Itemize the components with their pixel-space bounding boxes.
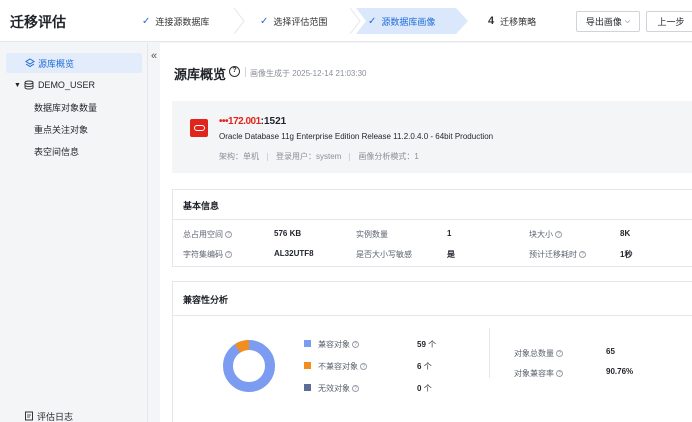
check-icon: ✓ xyxy=(368,15,377,27)
sidebar-item-label: 源库概览 xyxy=(38,58,75,69)
top-bar: 迁移评估 ✓ 连接源数据库 ✓ 选择评估范围 ✓ 源数据库画像 4 迁移策略 导… xyxy=(0,0,692,42)
step-indicator: ✓ 连接源数据库 ✓ 选择评估范围 ✓ 源数据库画像 4 迁移策略 xyxy=(128,8,568,34)
total-objects-value: 65 xyxy=(606,347,615,356)
sidebar-item-key-objects[interactable]: 重点关注对象 xyxy=(6,119,142,139)
section-title: 基本信息 xyxy=(183,201,220,211)
help-icon[interactable]: ? xyxy=(225,251,232,259)
compatible-count: 59 个 xyxy=(417,340,437,349)
caret-down-icon: ▼ xyxy=(14,81,21,89)
charset-value: AL32UTF8 xyxy=(274,249,314,258)
instance-count-value: 1 xyxy=(447,229,452,238)
export-profile-button[interactable]: 导出画像 ⌵ xyxy=(576,11,640,32)
kv-label: 预计迁移耗时? xyxy=(529,249,586,260)
legend-label: 不兼容对象? xyxy=(318,361,367,372)
analysis-mode: 画像分析模式：1 xyxy=(358,152,419,161)
legend-label: 兼容对象? xyxy=(318,339,359,350)
legend-swatch-incompatible xyxy=(304,362,311,369)
previous-step-button[interactable]: 上一步 xyxy=(646,11,692,32)
legend-swatch-compatible xyxy=(304,340,311,347)
case-sensitive-value: 是 xyxy=(447,250,455,259)
help-icon[interactable]: ? xyxy=(556,350,563,358)
sidebar-item-overview[interactable]: 源库概览 xyxy=(6,53,142,73)
total-objects-label: 对象总数量? xyxy=(514,348,563,359)
database-info-card: •••172.001:1521 Oracle Database 11g Ente… xyxy=(172,101,692,173)
step-select-scope[interactable]: ✓ 选择评估范围 xyxy=(246,8,358,34)
export-profile-label: 导出画像 xyxy=(585,17,622,27)
compatibility-rate-value: 90.76% xyxy=(606,367,634,376)
document-icon xyxy=(24,411,34,422)
kv-label: 是否大小写敏感 xyxy=(356,250,412,259)
help-icon[interactable]: ? xyxy=(352,385,359,393)
section-title: 兼容性分析 xyxy=(183,295,229,305)
total-space-value: 576 KB xyxy=(274,229,302,238)
login-user: 登录用户：system xyxy=(276,152,342,161)
help-icon[interactable]: ? xyxy=(555,231,562,239)
help-icon[interactable]: ? xyxy=(360,363,367,371)
database-host: •••172.001:1521 xyxy=(219,116,286,127)
chevron-down-icon: ⌵ xyxy=(624,17,631,25)
legend-label: 无效对象? xyxy=(318,383,359,394)
divider xyxy=(173,219,692,220)
compatibility-card: 兼容性分析 兼容对象? 59 个 不兼容对象? 6 个 无效对象? 0 个 对象… xyxy=(172,281,692,422)
step-migration-strategy[interactable]: 4 迁移策略 xyxy=(488,8,568,34)
database-version: Oracle Database 11g Enterprise Edition R… xyxy=(219,132,494,141)
sidebar-item-label: 重点关注对象 xyxy=(34,124,89,135)
oracle-logo-icon xyxy=(190,119,208,137)
divider xyxy=(245,67,246,77)
sidebar-panel: 源库概览 ▼ DEMO_USER 数据库对象数量 重点关注对象 表空间信息 xyxy=(0,43,148,422)
masked-host: •••172.001 xyxy=(219,116,261,127)
help-icon[interactable]: ? xyxy=(229,66,240,77)
kv-label: 总占用空间? xyxy=(183,229,232,240)
donut-compatible-slice xyxy=(223,340,275,392)
sidebar-item-tablespace[interactable]: 表空间信息 xyxy=(6,141,142,161)
architecture: 架构：单机 xyxy=(219,152,259,161)
divider xyxy=(173,315,692,316)
sidebar-item-label: DEMO_USER xyxy=(37,80,95,90)
step-label: 连接源数据库 xyxy=(155,16,210,27)
step-label: 源数据库画像 xyxy=(381,16,436,27)
check-icon: ✓ xyxy=(142,15,151,27)
step-label: 迁移策略 xyxy=(500,16,537,27)
incompatible-count: 6 个 xyxy=(417,362,432,371)
step-label: 选择评估范围 xyxy=(273,16,328,27)
database-meta: 架构：单机 登录用户：system 画像分析模式：1 xyxy=(219,151,419,162)
kv-label: 字符集编码? xyxy=(183,249,232,260)
kv-label: 实例数量 xyxy=(356,230,388,239)
help-icon[interactable]: ? xyxy=(225,231,232,239)
step-number: 4 xyxy=(488,15,495,27)
kv-label: 块大小? xyxy=(529,229,562,240)
assessment-log-label: 评估日志 xyxy=(37,412,74,422)
divider xyxy=(489,328,490,378)
step-source-profile[interactable]: ✓ 源数据库画像 xyxy=(368,8,468,34)
previous-step-label: 上一步 xyxy=(657,17,685,27)
legend-swatch-invalid xyxy=(304,384,311,391)
help-icon[interactable]: ? xyxy=(579,251,586,259)
sidebar-item-label: 表空间信息 xyxy=(34,146,80,157)
chevron-right-icon xyxy=(233,8,245,34)
app-title: 迁移评估 xyxy=(10,14,66,30)
help-icon[interactable]: ? xyxy=(352,341,359,349)
generated-time: 画像生成于 2025-12-14 21:03:30 xyxy=(250,69,367,78)
help-icon[interactable]: ? xyxy=(556,370,563,378)
page-title: 源库概览 xyxy=(174,67,227,82)
assessment-log-link[interactable]: 评估日志 xyxy=(24,410,73,422)
block-size-value: 8K xyxy=(620,229,631,238)
sidebar-item-object-count[interactable]: 数据库对象数量 xyxy=(6,97,142,117)
compatibility-donut-chart xyxy=(223,340,275,392)
basic-info-card: 基本信息 总占用空间? 576 KB 实例数量 1 块大小? 8K 字符集编码?… xyxy=(172,189,692,267)
compatibility-rate-label: 对象兼容率? xyxy=(514,368,563,379)
sidebar-item-label: 数据库对象数量 xyxy=(34,102,98,113)
main-content: 源库概览 ? 画像生成于 2025-12-14 21:03:30 •••172.… xyxy=(160,43,692,422)
step-connect-source[interactable]: ✓ 连接源数据库 xyxy=(128,8,240,34)
sidebar-item-demo-user[interactable]: ▼ DEMO_USER xyxy=(6,75,142,95)
sidebar: 源库概览 ▼ DEMO_USER 数据库对象数量 重点关注对象 表空间信息 « xyxy=(0,43,160,422)
layers-icon xyxy=(24,58,35,69)
database-port: :1521 xyxy=(260,116,287,127)
estimated-time-value: 1秒 xyxy=(620,250,633,259)
invalid-count: 0 个 xyxy=(417,384,432,393)
check-icon: ✓ xyxy=(260,15,269,27)
database-icon xyxy=(24,80,35,91)
collapse-sidebar-button[interactable]: « xyxy=(148,49,160,63)
